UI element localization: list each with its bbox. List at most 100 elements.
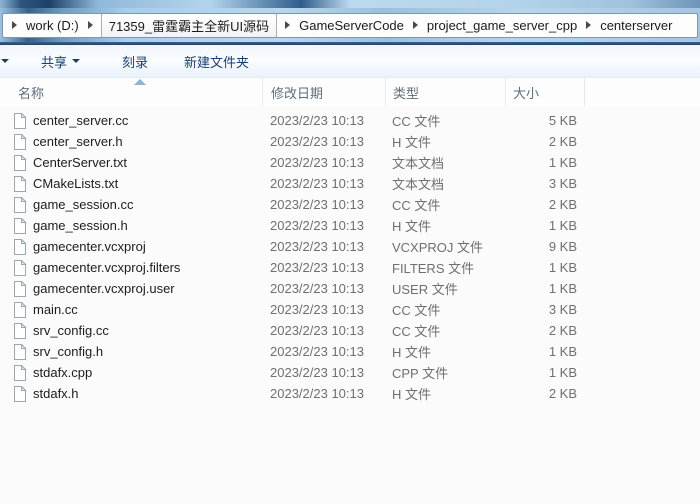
table-row[interactable]: game_session.h 2023/2/23 10:13 H 文件 1 KB — [0, 215, 700, 236]
file-type: H 文件 — [385, 384, 505, 403]
file-date-modified: 2023/2/23 10:13 — [262, 323, 385, 338]
chevron-right-icon[interactable] — [586, 21, 591, 29]
table-row[interactable]: CenterServer.txt 2023/2/23 10:13 文本文档 1 … — [0, 152, 700, 173]
column-header-name[interactable]: 名称 — [0, 78, 262, 106]
table-row[interactable]: srv_config.cc 2023/2/23 10:13 CC 文件 2 KB — [0, 320, 700, 341]
file-size: 2 KB — [505, 386, 585, 401]
breadcrumb-item-centerserver[interactable]: centerserver — [598, 15, 674, 36]
table-row[interactable]: center_server.cc 2023/2/23 10:13 CC 文件 5… — [0, 110, 700, 131]
file-size: 5 KB — [505, 113, 585, 128]
file-date-modified: 2023/2/23 10:13 — [262, 176, 385, 191]
file-name: gamecenter.vcxproj.user — [33, 281, 175, 296]
sort-ascending-icon — [134, 79, 146, 85]
file-size: 9 KB — [505, 239, 585, 254]
table-row[interactable]: center_server.h 2023/2/23 10:13 H 文件 2 K… — [0, 131, 700, 152]
file-name: CMakeLists.txt — [33, 176, 118, 191]
file-date-modified: 2023/2/23 10:13 — [262, 113, 385, 128]
file-date-modified: 2023/2/23 10:13 — [262, 155, 385, 170]
generic-file-icon — [13, 197, 27, 213]
window-glass-strip — [0, 0, 700, 8]
chevron-right-icon[interactable] — [88, 21, 93, 29]
file-date-modified: 2023/2/23 10:13 — [262, 239, 385, 254]
file-type: CPP 文件 — [385, 363, 505, 382]
file-date-modified: 2023/2/23 10:13 — [262, 281, 385, 296]
generic-file-icon — [13, 365, 27, 381]
table-row[interactable]: stdafx.cpp 2023/2/23 10:13 CPP 文件 1 KB — [0, 362, 700, 383]
column-header-date-modified[interactable]: 修改日期 — [262, 78, 385, 106]
file-type: CC 文件 — [385, 111, 505, 130]
file-date-modified: 2023/2/23 10:13 — [262, 218, 385, 233]
generic-file-icon — [13, 113, 27, 129]
file-name: stdafx.cpp — [33, 365, 92, 380]
new-folder-button-label: 新建文件夹 — [184, 52, 249, 71]
breadcrumb-item-gameservercode[interactable]: GameServerCode — [297, 15, 406, 36]
chevron-right-icon[interactable] — [12, 21, 17, 29]
burn-button[interactable]: 刻录 — [114, 47, 156, 76]
file-date-modified: 2023/2/23 10:13 — [262, 365, 385, 380]
file-type: 文本文档 — [385, 153, 505, 172]
column-header-size[interactable]: 大小 — [505, 78, 585, 106]
file-name: gamecenter.vcxproj — [33, 239, 146, 254]
file-type: CC 文件 — [385, 300, 505, 319]
column-header-type[interactable]: 类型 — [385, 78, 505, 106]
file-type: FILTERS 文件 — [385, 258, 505, 277]
command-toolbar: 共享 刻录 新建文件夹 — [0, 45, 700, 78]
file-size: 1 KB — [505, 218, 585, 233]
file-name: stdafx.h — [33, 386, 79, 401]
file-size: 1 KB — [505, 344, 585, 359]
file-type: CC 文件 — [385, 195, 505, 214]
file-type: CC 文件 — [385, 321, 505, 340]
generic-file-icon — [13, 323, 27, 339]
chevron-right-icon[interactable] — [413, 21, 418, 29]
file-size: 1 KB — [505, 260, 585, 275]
new-folder-button[interactable]: 新建文件夹 — [176, 47, 257, 76]
table-row[interactable]: srv_config.h 2023/2/23 10:13 H 文件 1 KB — [0, 341, 700, 362]
file-type: H 文件 — [385, 216, 505, 235]
breadcrumb-item-drive[interactable]: work (D:) — [24, 15, 81, 36]
file-type: H 文件 — [385, 342, 505, 361]
text-file-icon — [13, 176, 27, 192]
generic-file-icon — [13, 386, 27, 402]
table-row[interactable]: gamecenter.vcxproj.filters 2023/2/23 10:… — [0, 257, 700, 278]
table-row[interactable]: main.cc 2023/2/23 10:13 CC 文件 3 KB — [0, 299, 700, 320]
file-size: 2 KB — [505, 134, 585, 149]
share-button[interactable]: 共享 — [33, 47, 88, 76]
table-row[interactable]: gamecenter.vcxproj 2023/2/23 10:13 VCXPR… — [0, 236, 700, 257]
file-name: main.cc — [33, 302, 78, 317]
file-list: center_server.cc 2023/2/23 10:13 CC 文件 5… — [0, 106, 700, 404]
file-date-modified: 2023/2/23 10:13 — [262, 302, 385, 317]
chevron-right-icon[interactable] — [285, 21, 290, 29]
chevron-down-icon — [72, 59, 80, 63]
file-type: USER 文件 — [385, 279, 505, 298]
clipped-dropdown-icon[interactable] — [1, 59, 9, 63]
file-type: VCXPROJ 文件 — [385, 237, 505, 256]
table-row[interactable]: stdafx.h 2023/2/23 10:13 H 文件 2 KB — [0, 383, 700, 404]
file-date-modified: 2023/2/23 10:13 — [262, 197, 385, 212]
file-name: srv_config.cc — [33, 323, 109, 338]
file-date-modified: 2023/2/23 10:13 — [262, 134, 385, 149]
file-name: game_session.cc — [33, 197, 133, 212]
file-type: H 文件 — [385, 132, 505, 151]
file-size: 1 KB — [505, 155, 585, 170]
breadcrumb-item-project-game-server-cpp[interactable]: project_game_server_cpp — [425, 15, 579, 36]
generic-file-icon — [13, 134, 27, 150]
generic-file-icon — [13, 218, 27, 234]
table-row[interactable]: game_session.cc 2023/2/23 10:13 CC 文件 2 … — [0, 194, 700, 215]
file-name: game_session.h — [33, 218, 128, 233]
file-date-modified: 2023/2/23 10:13 — [262, 344, 385, 359]
generic-file-icon — [13, 281, 27, 297]
generic-file-icon — [13, 260, 27, 276]
breadcrumb-item-project[interactable]: 71359_雷霆霸主全新UI源码 — [101, 13, 277, 38]
file-size: 2 KB — [505, 323, 585, 338]
file-name: CenterServer.txt — [33, 155, 127, 170]
breadcrumb[interactable]: work (D:) 71359_雷霆霸主全新UI源码 GameServerCod… — [2, 13, 698, 38]
table-row[interactable]: gamecenter.vcxproj.user 2023/2/23 10:13 … — [0, 278, 700, 299]
burn-button-label: 刻录 — [122, 52, 148, 71]
file-size: 1 KB — [505, 365, 585, 380]
table-row[interactable]: CMakeLists.txt 2023/2/23 10:13 文本文档 3 KB — [0, 173, 700, 194]
file-size: 1 KB — [505, 281, 585, 296]
text-file-icon — [13, 155, 27, 171]
generic-file-icon — [13, 302, 27, 318]
file-type: 文本文档 — [385, 174, 505, 193]
address-bar-row: work (D:) 71359_雷霆霸主全新UI源码 GameServerCod… — [0, 8, 700, 42]
